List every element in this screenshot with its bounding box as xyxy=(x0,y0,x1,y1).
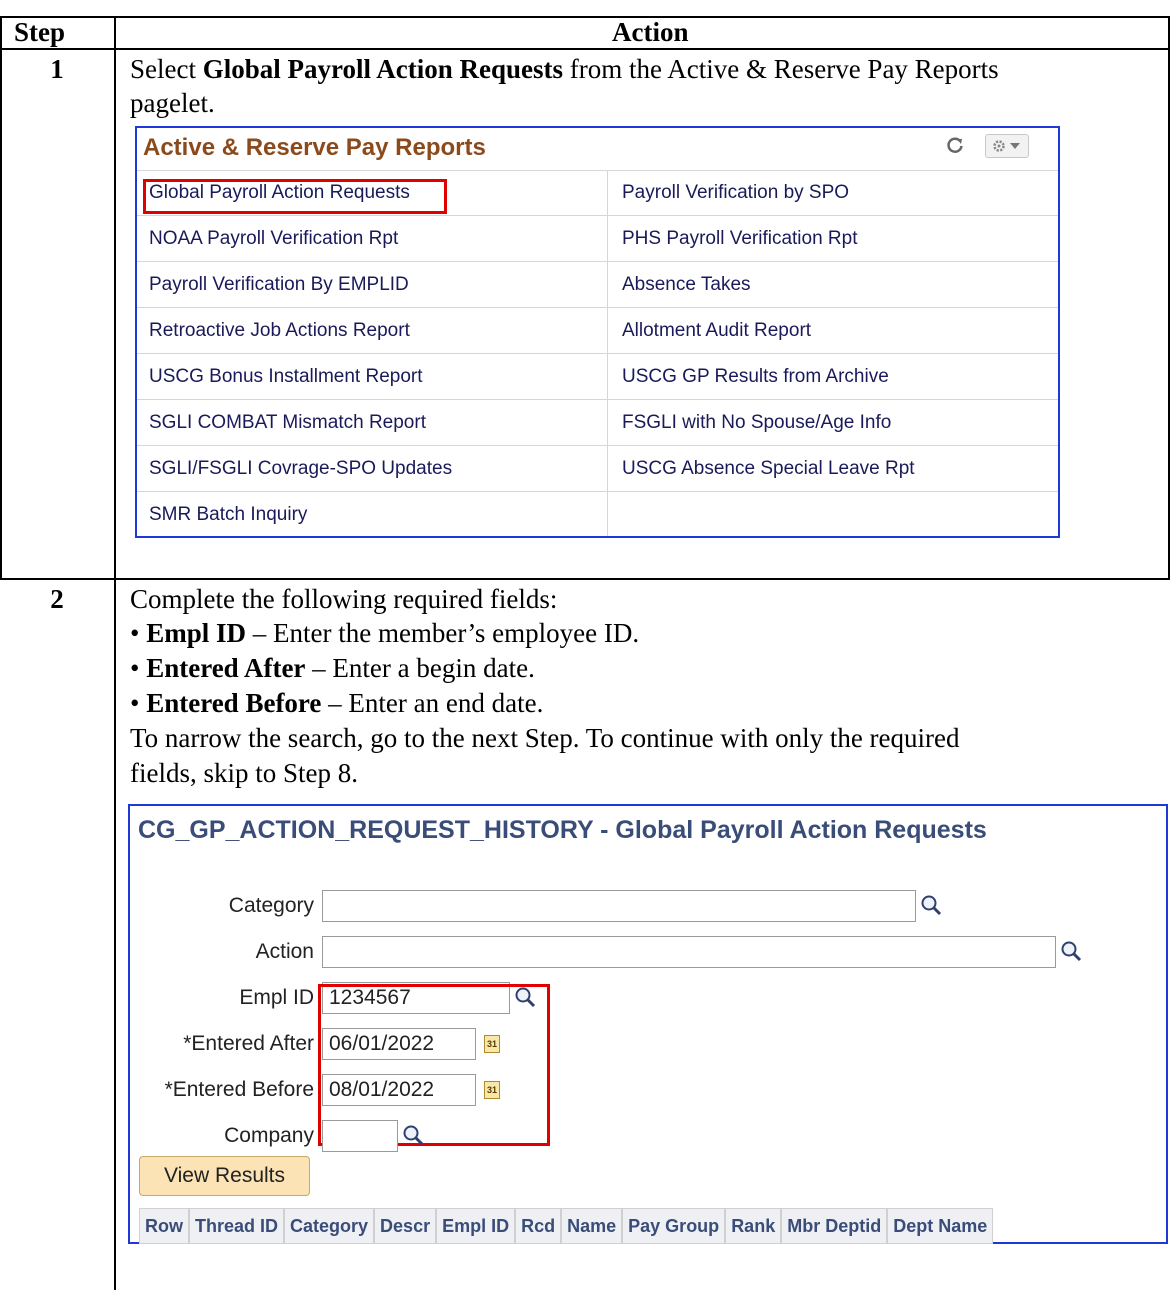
step2-bullet: • Entered Before – Enter an end date. xyxy=(130,688,544,718)
bullet-bold: Entered Before xyxy=(146,688,322,718)
grid-column-header[interactable]: Rcd xyxy=(515,1208,562,1244)
search-icon[interactable] xyxy=(920,894,942,916)
chevron-down-icon xyxy=(1010,143,1020,149)
results-grid-header: Row Thread ID Category Descr Empl ID Rcd… xyxy=(139,1208,994,1244)
search-icon[interactable] xyxy=(402,1124,424,1146)
grid-column-header[interactable]: Category xyxy=(284,1208,375,1244)
report-link[interactable]: Payroll Verification by SPO xyxy=(622,170,849,216)
bullet-bold: Entered After xyxy=(146,653,306,683)
report-link[interactable]: Absence Takes xyxy=(622,262,751,308)
grid-column-header[interactable]: Name xyxy=(561,1208,623,1244)
report-link[interactable]: USCG GP Results from Archive xyxy=(622,354,889,400)
bullet-text: – Enter a begin date. xyxy=(305,653,535,683)
grid-column-header[interactable]: Thread ID xyxy=(189,1208,285,1244)
entered-after-label: *Entered After xyxy=(183,1032,314,1055)
action-request-search-form: CG_GP_ACTION_REQUEST_HISTORY - Global Pa… xyxy=(128,804,1168,1244)
entered-before-label: *Entered Before xyxy=(164,1078,314,1101)
list-item: SGLI COMBAT Mismatch Report FSGLI with N… xyxy=(137,400,1058,446)
header-action: Action xyxy=(612,17,689,47)
column-divider xyxy=(114,16,116,1290)
page-title: CG_GP_ACTION_REQUEST_HISTORY - Global Pa… xyxy=(138,816,987,844)
report-link[interactable]: SGLI/FSGLI Covrage-SPO Updates xyxy=(149,446,452,492)
report-link[interactable]: FSGLI with No Spouse/Age Info xyxy=(622,400,891,446)
step-number-2: 2 xyxy=(50,584,64,614)
table-top-border xyxy=(0,16,1170,18)
list-item: USCG Bonus Installment Report USCG GP Re… xyxy=(137,354,1058,400)
report-link[interactable]: Retroactive Job Actions Report xyxy=(149,308,410,354)
company-label: Company xyxy=(224,1124,314,1147)
table-left-border xyxy=(0,16,2,579)
header-step: Step xyxy=(14,17,66,47)
list-item: Payroll Verification By EMPLID Absence T… xyxy=(137,262,1058,308)
category-field[interactable] xyxy=(322,890,916,922)
report-link[interactable]: SGLI COMBAT Mismatch Report xyxy=(149,400,426,446)
grid-column-header[interactable]: Descr xyxy=(374,1208,437,1244)
action-field[interactable] xyxy=(322,936,1056,968)
step1-text-pre: Select xyxy=(130,54,203,84)
bullet-text: – Enter an end date. xyxy=(321,688,544,718)
grid-column-header[interactable]: Dept Name xyxy=(887,1208,994,1244)
company-field[interactable] xyxy=(322,1120,398,1152)
report-link[interactable]: Allotment Audit Report xyxy=(622,308,811,354)
category-label: Category xyxy=(228,894,314,917)
step1-text-line2: pagelet. xyxy=(130,88,215,118)
view-results-button[interactable]: View Results xyxy=(139,1156,310,1196)
step1-text-bold: Global Payroll Action Requests xyxy=(202,54,564,84)
emplid-label: Empl ID xyxy=(239,986,314,1009)
grid-column-header[interactable]: Empl ID xyxy=(436,1208,516,1244)
grid-column-header[interactable]: Rank xyxy=(725,1208,782,1244)
report-link[interactable]: USCG Bonus Installment Report xyxy=(149,354,423,400)
step1-text: Select Global Payroll Action Requests fr… xyxy=(130,52,999,86)
bullet-bold: Empl ID xyxy=(146,618,246,648)
row1-bottom-border xyxy=(0,578,1170,580)
header-bottom-border xyxy=(0,48,1170,50)
search-icon[interactable] xyxy=(1060,940,1082,962)
report-link[interactable]: Payroll Verification By EMPLID xyxy=(149,262,409,308)
list-item: NOAA Payroll Verification Rpt PHS Payrol… xyxy=(137,216,1058,262)
step2-bullet: • Empl ID – Enter the member’s employee … xyxy=(130,618,640,648)
report-link[interactable]: USCG Absence Special Leave Rpt xyxy=(622,446,915,492)
step-number-1: 1 xyxy=(50,54,64,84)
refresh-icon[interactable] xyxy=(946,136,964,154)
list-item: SGLI/FSGLI Covrage-SPO Updates USCG Abse… xyxy=(137,446,1058,492)
instruction-table: Step Action 1 Select Global Payroll Acti… xyxy=(0,0,1170,1290)
pagelet-header: Active & Reserve Pay Reports xyxy=(137,128,1058,171)
step2-intro: Complete the following required fields: xyxy=(130,584,558,614)
settings-menu-button[interactable] xyxy=(985,134,1029,158)
step2-note-line2: fields, skip to Step 8. xyxy=(130,758,358,788)
step2-bullet: • Entered After – Enter a begin date. xyxy=(130,653,535,683)
pagelet-title: Active & Reserve Pay Reports xyxy=(143,134,486,161)
step2-note: To narrow the search, go to the next Ste… xyxy=(130,723,960,753)
action-label: Action xyxy=(255,940,314,963)
list-item: SMR Batch Inquiry xyxy=(137,492,1058,538)
report-link[interactable]: SMR Batch Inquiry xyxy=(149,492,307,538)
grid-column-header[interactable]: Row xyxy=(139,1208,189,1244)
bullet-text: – Enter the member’s employee ID. xyxy=(245,618,640,648)
pay-reports-pagelet: Active & Reserve Pay Reports Global Payr… xyxy=(135,126,1060,538)
grid-column-header[interactable]: Pay Group xyxy=(622,1208,726,1244)
gear-icon xyxy=(993,140,1020,152)
highlight-box xyxy=(143,179,447,214)
grid-column-header[interactable]: Mbr Deptid xyxy=(781,1208,888,1244)
report-link[interactable]: NOAA Payroll Verification Rpt xyxy=(149,216,398,262)
list-item: Retroactive Job Actions Report Allotment… xyxy=(137,308,1058,354)
step1-text-post: from the Active & Reserve Pay Reports xyxy=(563,54,999,84)
report-link[interactable]: PHS Payroll Verification Rpt xyxy=(622,216,858,262)
